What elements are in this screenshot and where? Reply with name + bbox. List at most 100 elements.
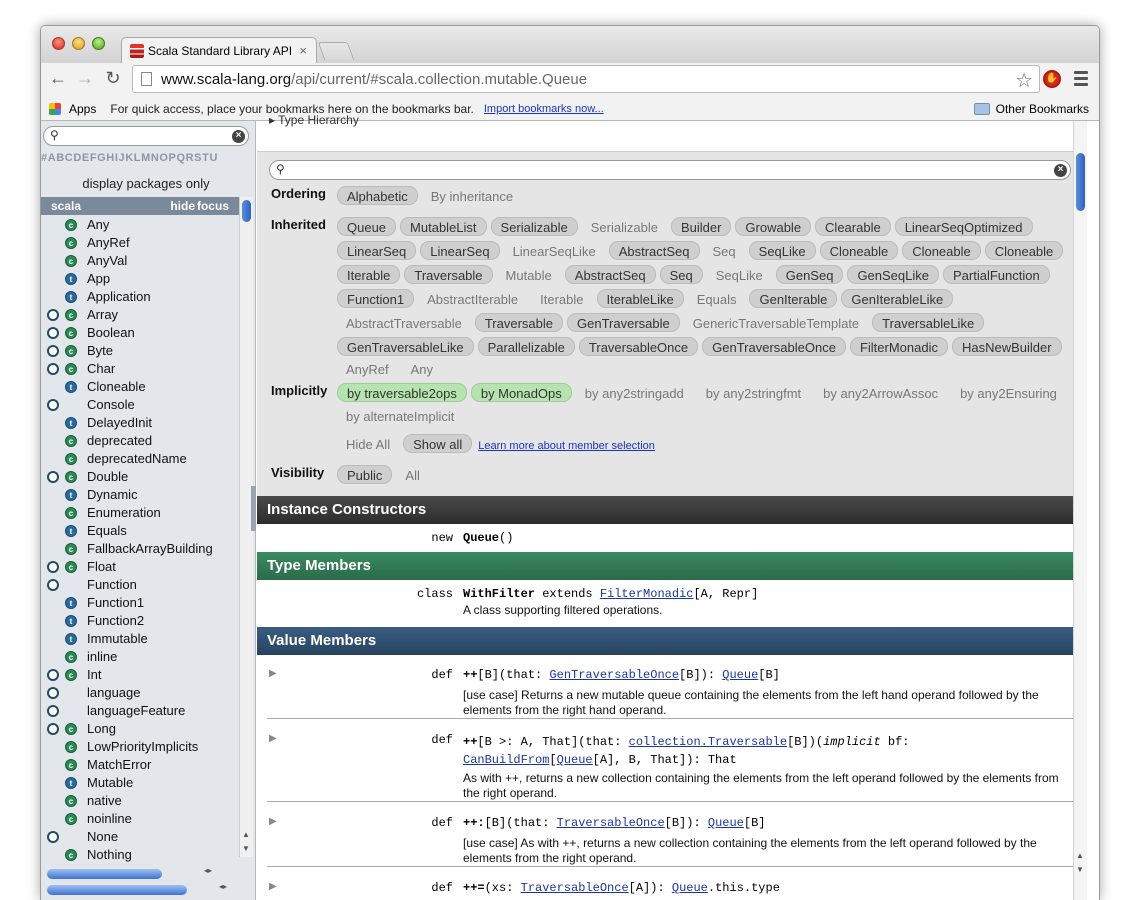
entity-name[interactable]: LowPriorityImplicits <box>87 739 198 754</box>
object-icon[interactable] <box>47 471 59 483</box>
class-icon[interactable]: c <box>65 651 77 663</box>
type-link[interactable]: collection.Traversable <box>629 735 787 749</box>
clear-search-icon[interactable]: × <box>1054 164 1067 177</box>
right-scrollbar[interactable]: ▲ ▼ <box>1073 121 1087 900</box>
trait-icon[interactable]: t <box>65 273 77 285</box>
object-icon[interactable] <box>47 831 59 843</box>
address-bar[interactable]: www.scala-lang.org/api/current/#scala.co… <box>132 65 1040 93</box>
entity-item[interactable]: c Long <box>41 720 239 738</box>
type-link[interactable]: TraversableOnce <box>557 816 665 830</box>
entity-item[interactable]: t Equals <box>41 522 239 540</box>
entity-name[interactable]: Double <box>87 469 128 484</box>
entity-name[interactable]: None <box>87 829 118 844</box>
bookmark-star-icon[interactable]: ☆ <box>1015 68 1033 93</box>
tab-close-icon[interactable]: × <box>299 43 307 58</box>
trait-icon[interactable]: t <box>65 381 77 393</box>
class-icon[interactable]: c <box>65 237 77 249</box>
scroll-down-arrow[interactable]: ▼ <box>1076 865 1084 874</box>
filter-chip[interactable]: Iterable <box>337 265 401 284</box>
entity-name[interactable]: Function <box>87 577 137 592</box>
filter-chip[interactable]: Seq <box>659 265 703 284</box>
filter-chip[interactable]: by any2Ensuring <box>951 384 1066 403</box>
filter-chip[interactable]: All <box>396 466 428 485</box>
object-icon[interactable] <box>47 345 59 357</box>
entity-name[interactable]: Console <box>87 397 135 412</box>
filter-chip[interactable]: By inheritance <box>422 187 522 206</box>
filter-chip[interactable]: Builder <box>670 217 732 236</box>
filter-chip[interactable]: AbstractTraversable <box>337 314 471 333</box>
class-icon[interactable]: c <box>65 327 77 339</box>
entity-item[interactable]: languageFeature <box>41 702 239 720</box>
type-link[interactable]: Queue <box>722 668 758 682</box>
class-icon[interactable]: c <box>65 507 77 519</box>
trait-icon[interactable]: t <box>65 777 77 789</box>
trait-icon[interactable]: t <box>65 597 77 609</box>
filter-chip[interactable]: TraversableOnce <box>578 337 699 356</box>
type-link[interactable]: Queue <box>672 881 708 895</box>
filter-chip[interactable]: Queue <box>337 217 397 236</box>
left-hscrollbar-2[interactable]: ◂▸ <box>44 882 234 896</box>
entity-item[interactable]: t Dynamic <box>41 486 239 504</box>
scroll-up-arrow[interactable]: ▲ <box>242 830 250 839</box>
filter-chip[interactable]: Clearable <box>815 217 891 236</box>
filter-chip[interactable]: Cloneable <box>819 241 899 260</box>
filter-chip[interactable]: by any2ArrowAssoc <box>814 384 947 403</box>
entity-item[interactable]: t Function2 <box>41 612 239 630</box>
filter-chip[interactable]: MutableList <box>400 217 487 236</box>
display-packages-only[interactable]: display packages only <box>41 176 251 191</box>
expand-arrow-icon[interactable]: ▶ <box>269 881 277 892</box>
close-window-button[interactable] <box>52 37 65 50</box>
class-icon[interactable]: c <box>65 363 77 375</box>
entity-name[interactable]: language <box>87 685 141 700</box>
class-icon[interactable]: c <box>65 543 77 555</box>
class-icon[interactable]: c <box>65 813 77 825</box>
entity-item[interactable]: c Boolean <box>41 324 239 342</box>
zoom-window-button[interactable] <box>92 37 105 50</box>
entity-item[interactable]: c deprecatedName <box>41 450 239 468</box>
entity-name[interactable]: native <box>87 793 122 808</box>
object-icon[interactable] <box>47 669 59 681</box>
entity-name[interactable]: Byte <box>87 343 113 358</box>
filtermonadic-link[interactable]: FilterMonadic <box>600 587 694 601</box>
type-link[interactable]: Queue <box>708 816 744 830</box>
adblock-icon[interactable]: ✋ <box>1043 70 1061 88</box>
filter-chip[interactable]: by alternateImplicit <box>337 407 463 426</box>
class-icon[interactable]: c <box>65 435 77 447</box>
object-icon[interactable] <box>47 579 59 591</box>
class-icon[interactable]: c <box>65 219 77 231</box>
class-icon[interactable]: c <box>65 345 77 357</box>
entity-item[interactable]: c MatchError <box>41 756 239 774</box>
filter-chip[interactable]: Parallelizable <box>477 337 575 356</box>
entity-item[interactable]: t Immutable <box>41 630 239 648</box>
class-icon[interactable]: c <box>65 255 77 267</box>
other-bookmarks[interactable]: Other Bookmarks <box>973 102 1089 116</box>
object-icon[interactable] <box>47 309 59 321</box>
entity-item[interactable]: c Nothing <box>41 846 239 864</box>
expand-arrow-icon[interactable]: ▶ <box>269 733 277 744</box>
entity-item[interactable]: c inline <box>41 648 239 666</box>
entity-item[interactable]: None <box>41 828 239 846</box>
entity-item[interactable]: c FallbackArrayBuilding <box>41 540 239 558</box>
filter-chip[interactable]: Traversable <box>404 265 493 284</box>
filter-chip[interactable]: SeqLike <box>707 266 772 285</box>
filter-chip[interactable]: LinearSeq <box>337 241 417 260</box>
menu-icon[interactable] <box>1074 71 1088 89</box>
apps-link[interactable]: Apps <box>69 102 96 116</box>
entity-name[interactable]: Enumeration <box>87 505 161 520</box>
entity-name[interactable]: languageFeature <box>87 703 185 718</box>
expand-arrow-icon[interactable]: ▶ <box>269 668 277 679</box>
class-icon[interactable]: c <box>65 723 77 735</box>
expand-arrow-icon[interactable]: ▶ <box>269 816 277 827</box>
filter-chip[interactable]: Function1 <box>337 289 415 308</box>
filter-chip[interactable]: Serializable <box>582 218 667 237</box>
left-hscrollbar-1[interactable]: ◂▸ <box>44 866 234 880</box>
type-hierarchy-toggle[interactable]: ▸ Type Hierarchy <box>269 113 359 127</box>
filter-chip[interactable]: Serializable <box>490 217 578 236</box>
filter-chip[interactable]: Traversable <box>474 313 563 332</box>
filter-chip[interactable]: GenericTraversableTemplate <box>684 314 868 333</box>
entity-name[interactable]: Immutable <box>87 631 148 646</box>
entity-item[interactable]: t Mutable <box>41 774 239 792</box>
learn-more-link[interactable]: Learn more about member selection <box>478 440 655 452</box>
entity-name[interactable]: Mutable <box>87 775 133 790</box>
filter-chip[interactable]: AbstractSeq <box>564 265 656 284</box>
